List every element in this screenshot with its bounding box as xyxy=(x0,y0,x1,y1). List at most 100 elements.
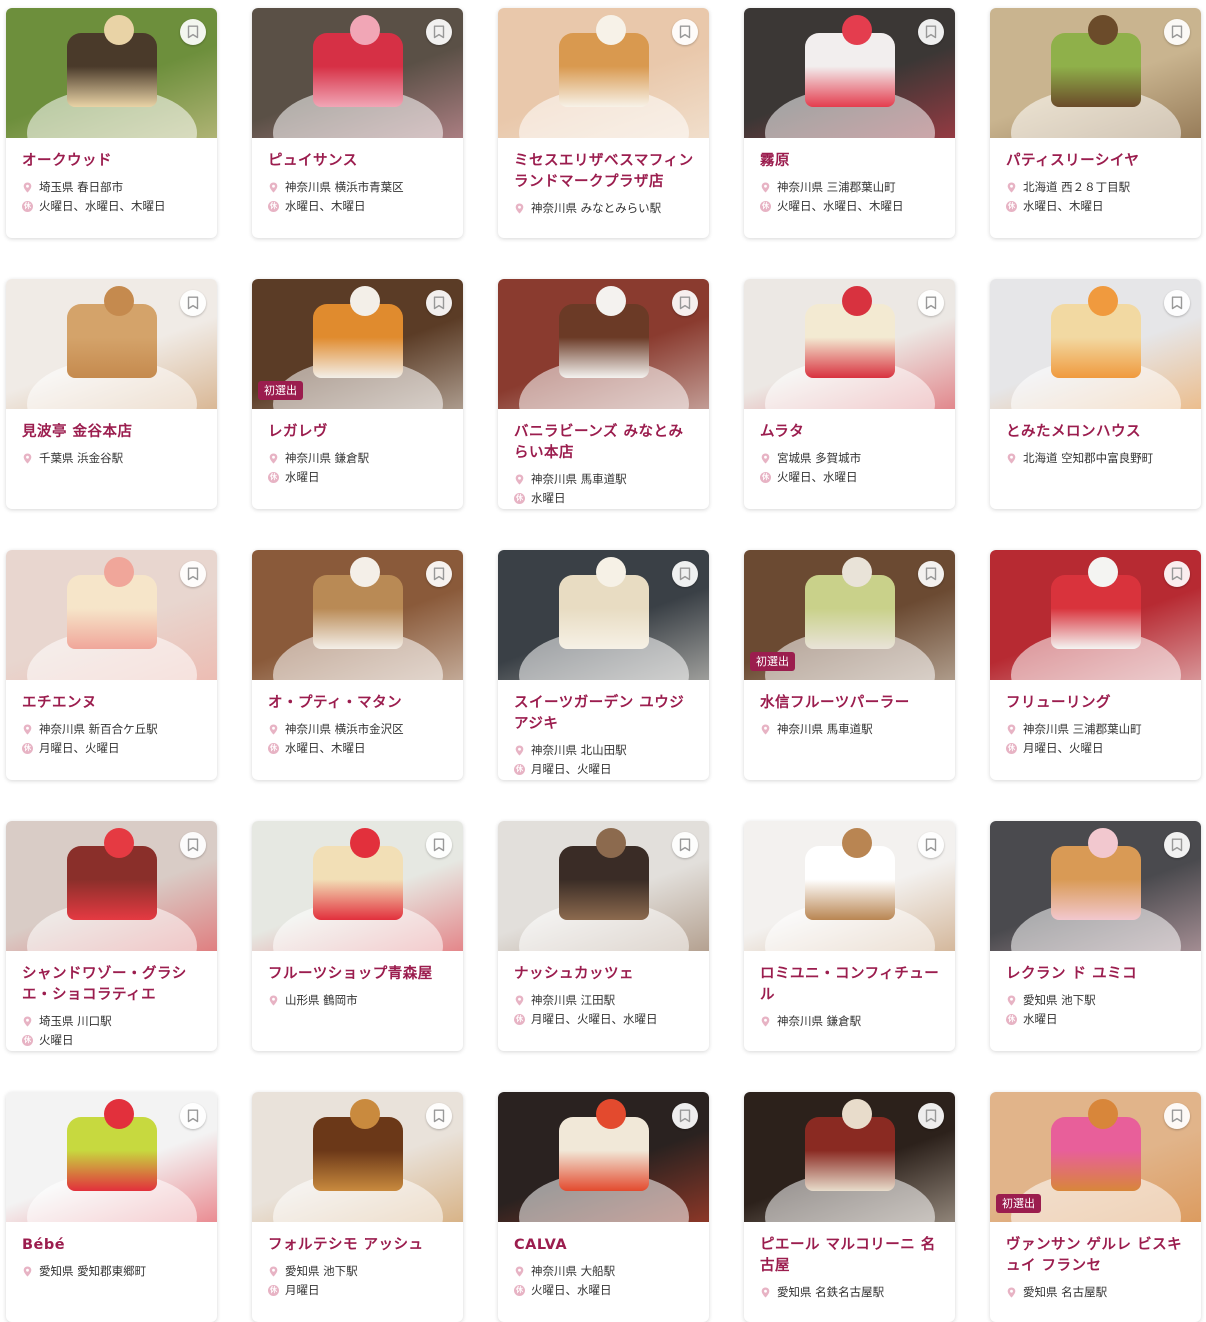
shop-card-5[interactable]: パティスリーシイヤ 北海道 西２８丁目駅 休 水曜日、木曜日 xyxy=(990,8,1201,238)
shop-photo[interactable] xyxy=(990,821,1201,951)
shop-card-22[interactable]: フォルテシモ アッシュ 愛知県 池下駅 休 月曜日 xyxy=(252,1092,463,1322)
bookmark-button[interactable] xyxy=(672,19,698,45)
shop-name[interactable]: レガレヴ xyxy=(268,422,449,443)
bookmark-button[interactable] xyxy=(426,19,452,45)
shop-name[interactable]: ナッシュカッツェ xyxy=(514,964,695,985)
bookmark-button[interactable] xyxy=(426,290,452,316)
shop-name[interactable]: フリューリング xyxy=(1006,693,1187,714)
bookmark-button[interactable] xyxy=(180,561,206,587)
shop-card-13[interactable]: スイーツガーデン ユウジアジキ 神奈川県 北山田駅 休 月曜日、火曜日 xyxy=(498,550,709,780)
bookmark-button[interactable] xyxy=(426,561,452,587)
shop-card-7[interactable]: 初選出 レガレヴ 神奈川県 鎌倉駅 休 水曜日 xyxy=(252,279,463,509)
shop-card-25[interactable]: 初選出 ヴァンサン ゲルレ ビスキュイ フランセ 愛知県 名古屋駅 xyxy=(990,1092,1201,1322)
bookmark-button[interactable] xyxy=(672,832,698,858)
shop-name[interactable]: ミセスエリザベスマフィン ランドマークプラザ店 xyxy=(514,151,695,193)
shop-photo[interactable] xyxy=(990,550,1201,680)
bookmark-button[interactable] xyxy=(918,1103,944,1129)
bookmark-button[interactable] xyxy=(918,290,944,316)
shop-photo[interactable] xyxy=(6,1092,217,1222)
bookmark-button[interactable] xyxy=(426,1103,452,1129)
shop-photo[interactable] xyxy=(498,1092,709,1222)
bookmark-button[interactable] xyxy=(1164,19,1190,45)
shop-card-24[interactable]: ピエール マルコリーニ 名古屋 愛知県 名鉄名古屋駅 xyxy=(744,1092,955,1322)
shop-card-19[interactable]: ロミユニ・コンフィチュール 神奈川県 鎌倉駅 xyxy=(744,821,955,1051)
shop-photo[interactable] xyxy=(744,821,955,951)
shop-name[interactable]: フルーツショップ青森屋 xyxy=(268,964,449,985)
shop-photo[interactable] xyxy=(498,279,709,409)
bookmark-button[interactable] xyxy=(180,290,206,316)
bookmark-button[interactable] xyxy=(180,1103,206,1129)
shop-photo[interactable] xyxy=(252,1092,463,1222)
shop-card-23[interactable]: CALVA 神奈川県 大船駅 休 火曜日、水曜日 xyxy=(498,1092,709,1322)
shop-name[interactable]: ピエール マルコリーニ 名古屋 xyxy=(760,1235,941,1277)
shop-card-14[interactable]: 初選出 水信フルーツパーラー 神奈川県 馬車道駅 xyxy=(744,550,955,780)
shop-card-4[interactable]: 霧原 神奈川県 三浦郡葉山町 休 火曜日、水曜日、木曜日 xyxy=(744,8,955,238)
shop-name[interactable]: 見波亭 金谷本店 xyxy=(22,422,203,443)
shop-card-21[interactable]: Bébé 愛知県 愛知郡東郷町 xyxy=(6,1092,217,1322)
shop-photo[interactable] xyxy=(6,550,217,680)
shop-name[interactable]: Bébé xyxy=(22,1235,203,1256)
bookmark-button[interactable] xyxy=(1164,832,1190,858)
shop-card-18[interactable]: ナッシュカッツェ 神奈川県 江田駅 休 月曜日、火曜日、水曜日 xyxy=(498,821,709,1051)
bookmark-button[interactable] xyxy=(672,1103,698,1129)
shop-photo[interactable] xyxy=(990,279,1201,409)
shop-photo[interactable] xyxy=(498,550,709,680)
bookmark-button[interactable] xyxy=(426,832,452,858)
shop-card-11[interactable]: エチエンヌ 神奈川県 新百合ケ丘駅 休 月曜日、火曜日 xyxy=(6,550,217,780)
shop-card-15[interactable]: フリューリング 神奈川県 三浦郡葉山町 休 月曜日、火曜日 xyxy=(990,550,1201,780)
shop-name[interactable]: エチエンヌ xyxy=(22,693,203,714)
shop-card-12[interactable]: オ・プティ・マタン 神奈川県 横浜市金沢区 休 水曜日、木曜日 xyxy=(252,550,463,780)
shop-photo[interactable] xyxy=(498,821,709,951)
bookmark-button[interactable] xyxy=(918,561,944,587)
shop-name[interactable]: シャンドワゾー・グラシエ・ショコラティエ xyxy=(22,964,203,1006)
shop-name[interactable]: レクラン ド ユミコ xyxy=(1006,964,1187,985)
shop-photo[interactable] xyxy=(6,279,217,409)
bookmark-button[interactable] xyxy=(918,19,944,45)
bookmark-button[interactable] xyxy=(1164,290,1190,316)
shop-card-16[interactable]: シャンドワゾー・グラシエ・ショコラティエ 埼玉県 川口駅 休 火曜日 xyxy=(6,821,217,1051)
bookmark-button[interactable] xyxy=(1164,561,1190,587)
shop-photo[interactable]: 初選出 xyxy=(252,279,463,409)
shop-name[interactable]: ロミユニ・コンフィチュール xyxy=(760,964,941,1006)
shop-name[interactable]: フォルテシモ アッシュ xyxy=(268,1235,449,1256)
shop-card-10[interactable]: とみたメロンハウス 北海道 空知郡中富良野町 xyxy=(990,279,1201,509)
shop-name[interactable]: ピュイサンス xyxy=(268,151,449,172)
shop-name[interactable]: とみたメロンハウス xyxy=(1006,422,1187,443)
shop-card-8[interactable]: バニラビーンズ みなとみらい本店 神奈川県 馬車道駅 休 水曜日 xyxy=(498,279,709,509)
shop-name[interactable]: パティスリーシイヤ xyxy=(1006,151,1187,172)
bookmark-button[interactable] xyxy=(918,832,944,858)
shop-card-6[interactable]: 見波亭 金谷本店 千葉県 浜金谷駅 xyxy=(6,279,217,509)
shop-name[interactable]: 水信フルーツパーラー xyxy=(760,693,941,714)
shop-card-1[interactable]: オークウッド 埼玉県 春日部市 休 火曜日、水曜日、木曜日 xyxy=(6,8,217,238)
shop-name[interactable]: 霧原 xyxy=(760,151,941,172)
shop-card-2[interactable]: ピュイサンス 神奈川県 横浜市青葉区 休 水曜日、木曜日 xyxy=(252,8,463,238)
bookmark-button[interactable] xyxy=(672,290,698,316)
shop-name[interactable]: CALVA xyxy=(514,1235,695,1256)
shop-photo[interactable] xyxy=(6,821,217,951)
shop-photo[interactable] xyxy=(744,8,955,138)
shop-photo[interactable]: 初選出 xyxy=(744,550,955,680)
shop-card-3[interactable]: ミセスエリザベスマフィン ランドマークプラザ店 神奈川県 みなとみらい駅 xyxy=(498,8,709,238)
shop-photo[interactable] xyxy=(744,1092,955,1222)
shop-card-9[interactable]: ムラタ 宮城県 多賀城市 休 火曜日、水曜日 xyxy=(744,279,955,509)
shop-photo[interactable] xyxy=(252,550,463,680)
shop-photo[interactable] xyxy=(498,8,709,138)
bookmark-button[interactable] xyxy=(180,19,206,45)
shop-photo[interactable] xyxy=(990,8,1201,138)
shop-card-20[interactable]: レクラン ド ユミコ 愛知県 池下駅 休 水曜日 xyxy=(990,821,1201,1051)
shop-photo[interactable] xyxy=(744,279,955,409)
shop-name[interactable]: ヴァンサン ゲルレ ビスキュイ フランセ xyxy=(1006,1235,1187,1277)
bookmark-button[interactable] xyxy=(672,561,698,587)
shop-name[interactable]: スイーツガーデン ユウジアジキ xyxy=(514,693,695,735)
shop-photo[interactable] xyxy=(6,8,217,138)
shop-photo[interactable] xyxy=(252,8,463,138)
shop-name[interactable]: オークウッド xyxy=(22,151,203,172)
bookmark-button[interactable] xyxy=(1164,1103,1190,1129)
shop-photo[interactable] xyxy=(252,821,463,951)
shop-name[interactable]: オ・プティ・マタン xyxy=(268,693,449,714)
shop-name[interactable]: ムラタ xyxy=(760,422,941,443)
shop-photo[interactable]: 初選出 xyxy=(990,1092,1201,1222)
shop-name[interactable]: バニラビーンズ みなとみらい本店 xyxy=(514,422,695,464)
shop-card-17[interactable]: フルーツショップ青森屋 山形県 鶴岡市 xyxy=(252,821,463,1051)
bookmark-button[interactable] xyxy=(180,832,206,858)
